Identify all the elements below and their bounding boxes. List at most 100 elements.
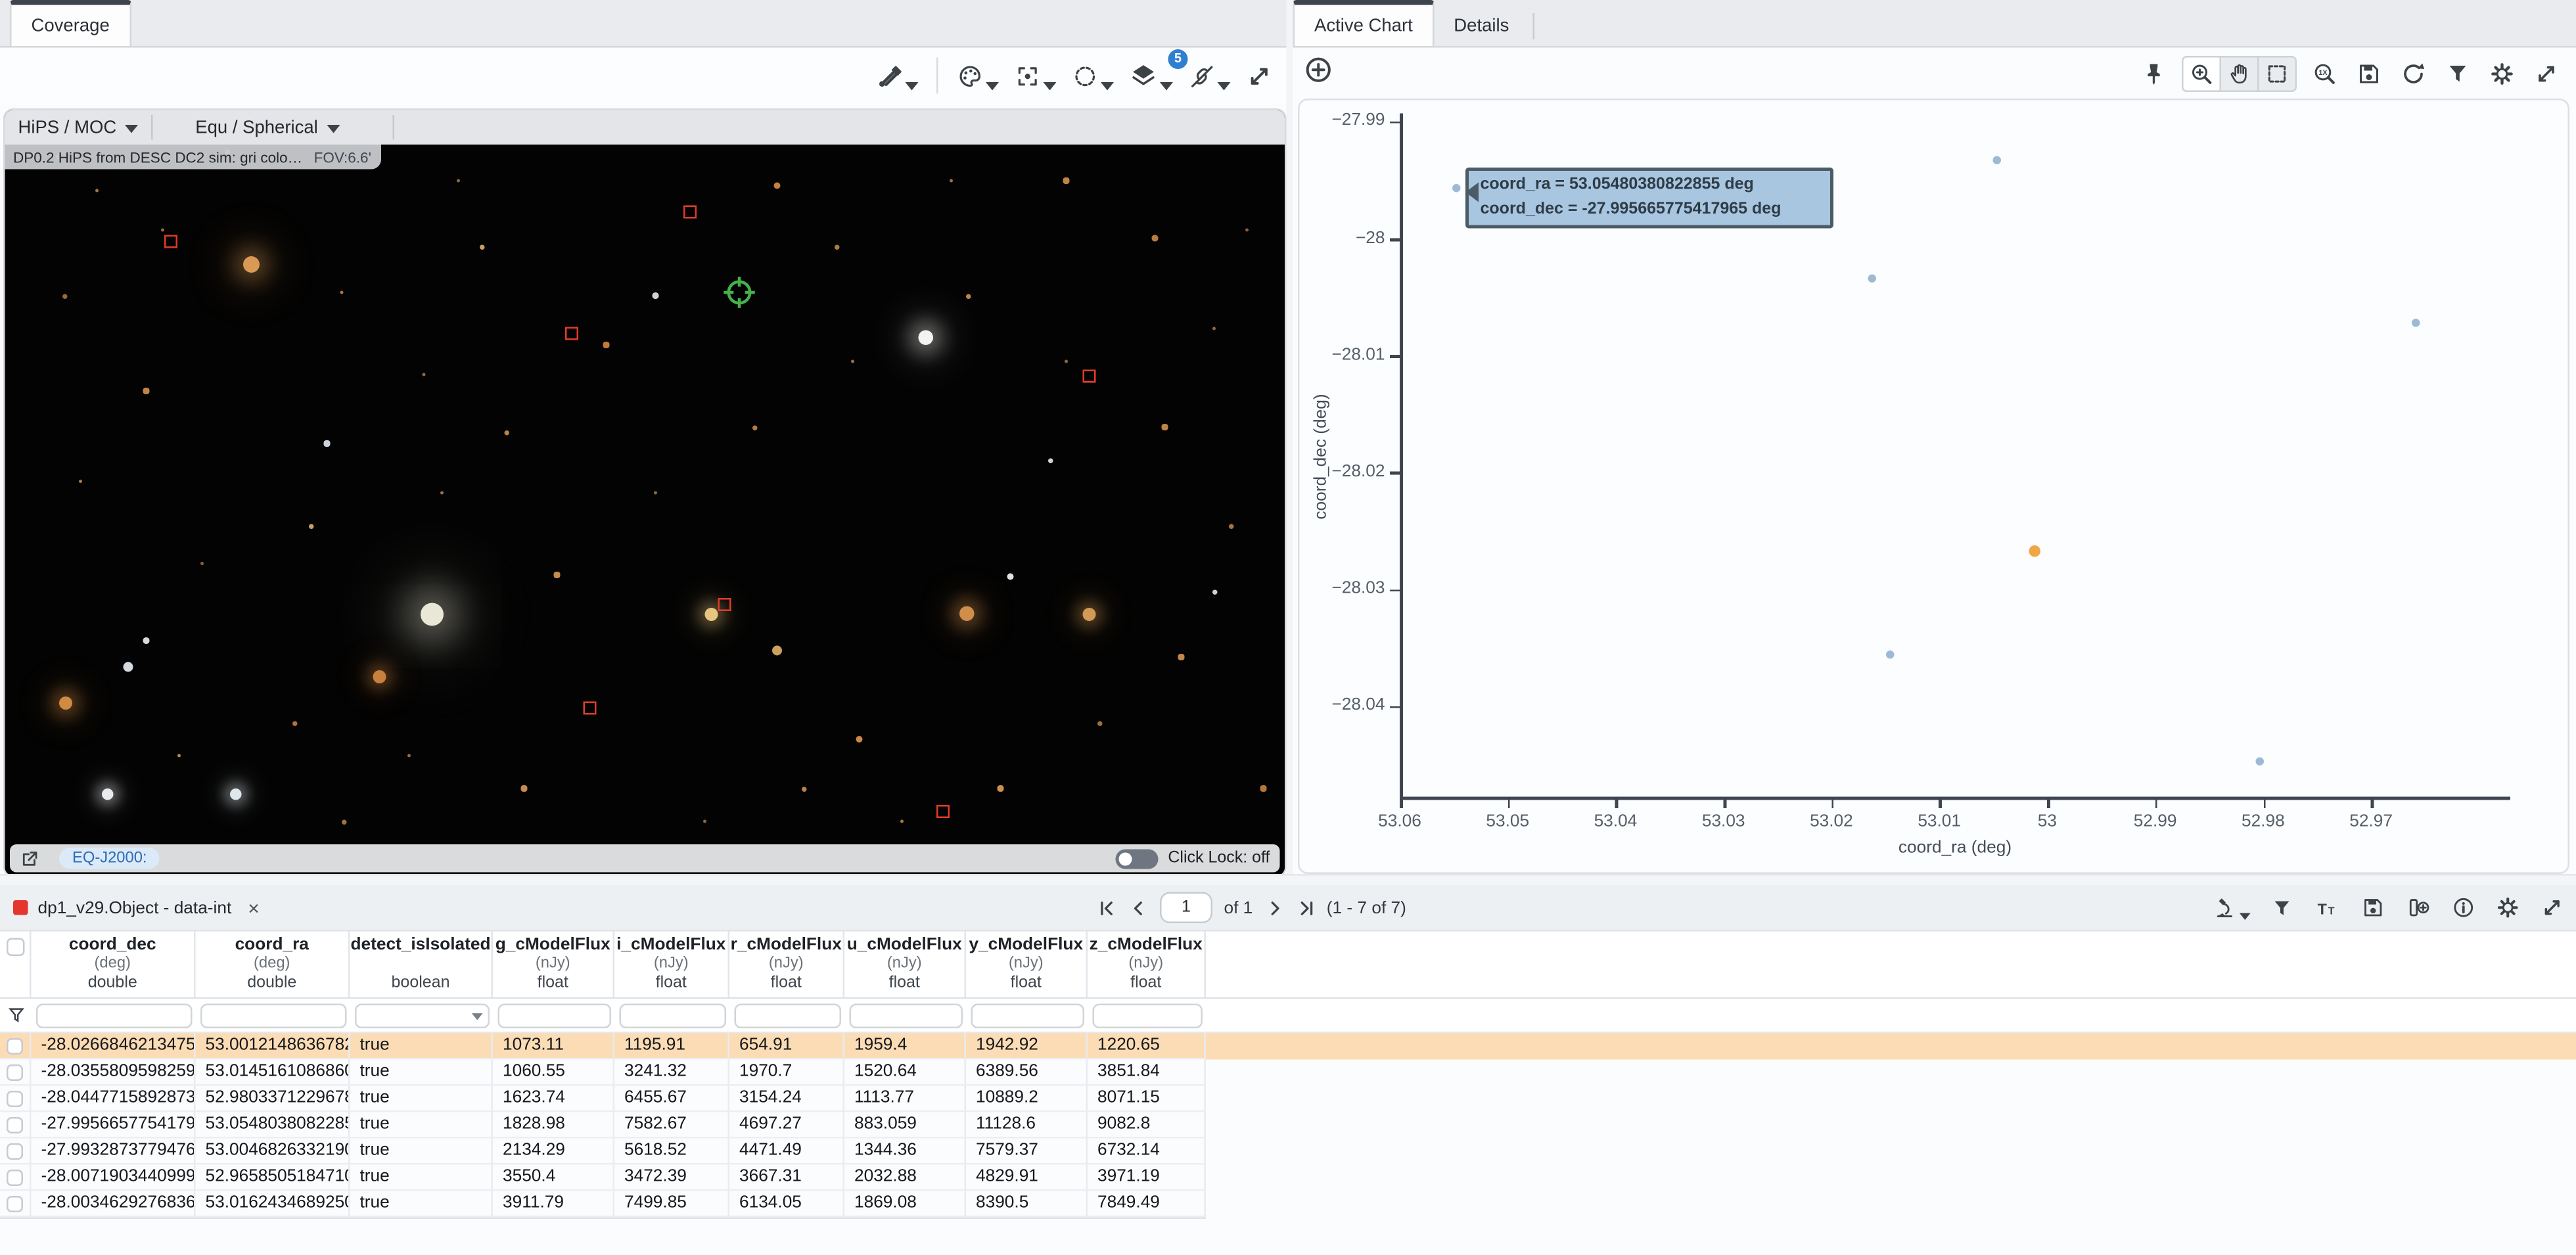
save-icon[interactable]: [2353, 57, 2385, 89]
column-header-i_cModelFlux[interactable]: i_cModelFlux(nJy)float: [614, 932, 729, 997]
table-row[interactable]: -28.03558095982596453.01451610868602true…: [0, 1060, 2576, 1086]
zoom-in-icon[interactable]: [2184, 57, 2222, 89]
table-row[interactable]: -27.99566577541796553.05480380822855true…: [0, 1112, 2576, 1139]
table-tab[interactable]: dp1_v29.Object - data-int ×: [13, 896, 260, 919]
select-rect-icon[interactable]: [2259, 57, 2295, 89]
external-link-icon[interactable]: [20, 848, 39, 868]
next-page-icon[interactable]: [1264, 898, 1284, 917]
table-cell: 3911.79: [493, 1191, 614, 1218]
filter-icon[interactable]: [2269, 894, 2295, 921]
table-row[interactable]: -27.99328737794760353.00468263321903true…: [0, 1139, 2576, 1165]
source-marker[interactable]: [1083, 370, 1096, 383]
source-marker[interactable]: [565, 327, 578, 340]
gear-icon[interactable]: [2486, 57, 2519, 89]
close-icon[interactable]: ×: [248, 896, 260, 919]
hips-moc-label: HiPS / MOC: [18, 118, 117, 137]
first-page-icon[interactable]: [1097, 898, 1117, 917]
chart-point[interactable]: [1992, 156, 2001, 164]
tab-details[interactable]: Details: [1434, 5, 1529, 47]
scatter-chart[interactable]: 53.0653.0553.0453.0353.0253.015352.9952.…: [1298, 99, 2569, 874]
hips-moc-dropdown[interactable]: HiPS / MOC: [5, 118, 151, 137]
sky-image-card: HiPS / MOC Equ / Spherical DP0.2 HiPS fr…: [3, 108, 1287, 877]
filter-icon[interactable]: [2441, 57, 2474, 89]
filter-input-u_cModelFlux[interactable]: [848, 1003, 962, 1028]
row-checkbox[interactable]: [7, 1090, 23, 1107]
palette-icon[interactable]: [953, 58, 1002, 93]
filter-input-g_cModelFlux[interactable]: [497, 1003, 610, 1028]
projection-dropdown[interactable]: Equ / Spherical: [182, 118, 352, 137]
source-marker[interactable]: [936, 805, 950, 818]
layers-icon[interactable]: 5: [1126, 58, 1177, 94]
column-header-coord_dec[interactable]: coord_dec(deg)double: [32, 932, 196, 997]
save-icon[interactable]: [2359, 894, 2387, 922]
x-tick: [2371, 798, 2374, 808]
pan-hand-icon[interactable]: [2221, 57, 2259, 89]
filter-input-coord_dec[interactable]: [35, 1003, 192, 1028]
prev-page-icon[interactable]: [1129, 898, 1149, 917]
tab-coverage[interactable]: Coverage: [10, 0, 131, 46]
filter-input-coord_ra[interactable]: [200, 1003, 346, 1028]
y-tick: [1390, 355, 1400, 358]
expand-icon[interactable]: [2530, 57, 2563, 89]
expand-icon[interactable]: [1242, 58, 1277, 93]
source-marker[interactable]: [683, 206, 697, 219]
column-header-u_cModelFlux[interactable]: u_cModelFlux(nJy)float: [844, 932, 966, 997]
table-row[interactable]: -28.0266846213475953.00121486367821true1…: [0, 1034, 2576, 1060]
info-icon[interactable]: [2450, 894, 2478, 922]
source-marker[interactable]: [718, 598, 731, 611]
filter-input-i_cModelFlux[interactable]: [618, 1003, 725, 1028]
chart-point[interactable]: [1868, 275, 1876, 283]
filter-input-z_cModelFlux[interactable]: [1092, 1003, 1202, 1028]
text-size-icon[interactable]: TT: [2312, 894, 2343, 921]
table-row[interactable]: -28.00719034409994652.965850518471036tru…: [0, 1165, 2576, 1191]
pin-icon[interactable]: [2138, 57, 2171, 89]
tab-active-chart[interactable]: Active Chart: [1293, 0, 1435, 46]
row-checkbox[interactable]: [7, 1195, 23, 1212]
table-row[interactable]: -28.0447715892873252.980337122967896true…: [0, 1086, 2576, 1112]
gear-icon[interactable]: [2494, 894, 2522, 922]
chart-point[interactable]: [2255, 758, 2264, 766]
survey-label: DP0.2 HiPS from DESC DC2 sim: gri colo… …: [5, 145, 381, 170]
row-checkbox-cell: [0, 1139, 32, 1165]
column-type: boolean: [350, 974, 492, 993]
table-cell: 654.91: [729, 1034, 844, 1060]
chart-point[interactable]: [2029, 545, 2040, 557]
filter-input-y_cModelFlux[interactable]: [970, 1003, 1084, 1028]
row-checkbox[interactable]: [7, 1116, 23, 1133]
column-header-r_cModelFlux[interactable]: r_cModelFlux(nJy)float: [729, 932, 844, 997]
column-header-y_cModelFlux[interactable]: y_cModelFlux(nJy)float: [966, 932, 1088, 997]
select-all-checkbox[interactable]: [6, 938, 24, 957]
microscope-icon[interactable]: [2211, 894, 2253, 922]
row-checkbox[interactable]: [7, 1143, 23, 1159]
restore-icon[interactable]: [2397, 57, 2430, 89]
recenter-icon[interactable]: [1011, 58, 1060, 93]
tools-icon[interactable]: [873, 58, 922, 93]
select-area-icon[interactable]: [1068, 58, 1117, 93]
column-header-detect_isIsolated[interactable]: detect_isIsolated boolean: [350, 932, 494, 997]
unlink-icon[interactable]: [1185, 58, 1234, 93]
filter-icon[interactable]: [6, 1005, 26, 1025]
svg-text:T: T: [2318, 900, 2327, 917]
column-header-coord_ra[interactable]: coord_ra(deg)double: [196, 932, 350, 997]
chart-point[interactable]: [2412, 318, 2420, 327]
row-checkbox[interactable]: [7, 1064, 23, 1080]
click-lock-toggle[interactable]: [1115, 848, 1158, 868]
zoom-1x-icon[interactable]: 1X: [2309, 57, 2341, 89]
y-tick: [1390, 472, 1400, 475]
row-checkbox[interactable]: [7, 1038, 23, 1054]
sky-image[interactable]: DP0.2 HiPS from DESC DC2 sim: gri colo… …: [5, 145, 1285, 876]
column-header-z_cModelFlux[interactable]: z_cModelFlux(nJy)float: [1088, 932, 1206, 997]
filter-input-r_cModelFlux[interactable]: [733, 1003, 840, 1028]
source-marker[interactable]: [584, 702, 597, 715]
source-marker[interactable]: [164, 235, 177, 248]
filter-input-detect_isIsolated[interactable]: [354, 1003, 489, 1028]
column-name: detect_isIsolated: [350, 935, 492, 955]
chart-point[interactable]: [1887, 650, 1895, 659]
last-page-icon[interactable]: [1295, 898, 1315, 917]
row-checkbox[interactable]: [7, 1169, 23, 1185]
expand-icon[interactable]: [2539, 894, 2567, 922]
table-row[interactable]: -28.00346292768364353.01624346892507true…: [0, 1191, 2576, 1218]
add-column-icon[interactable]: [2404, 894, 2433, 922]
page-input[interactable]: [1160, 892, 1212, 924]
column-header-g_cModelFlux[interactable]: g_cModelFlux(nJy)float: [493, 932, 614, 997]
